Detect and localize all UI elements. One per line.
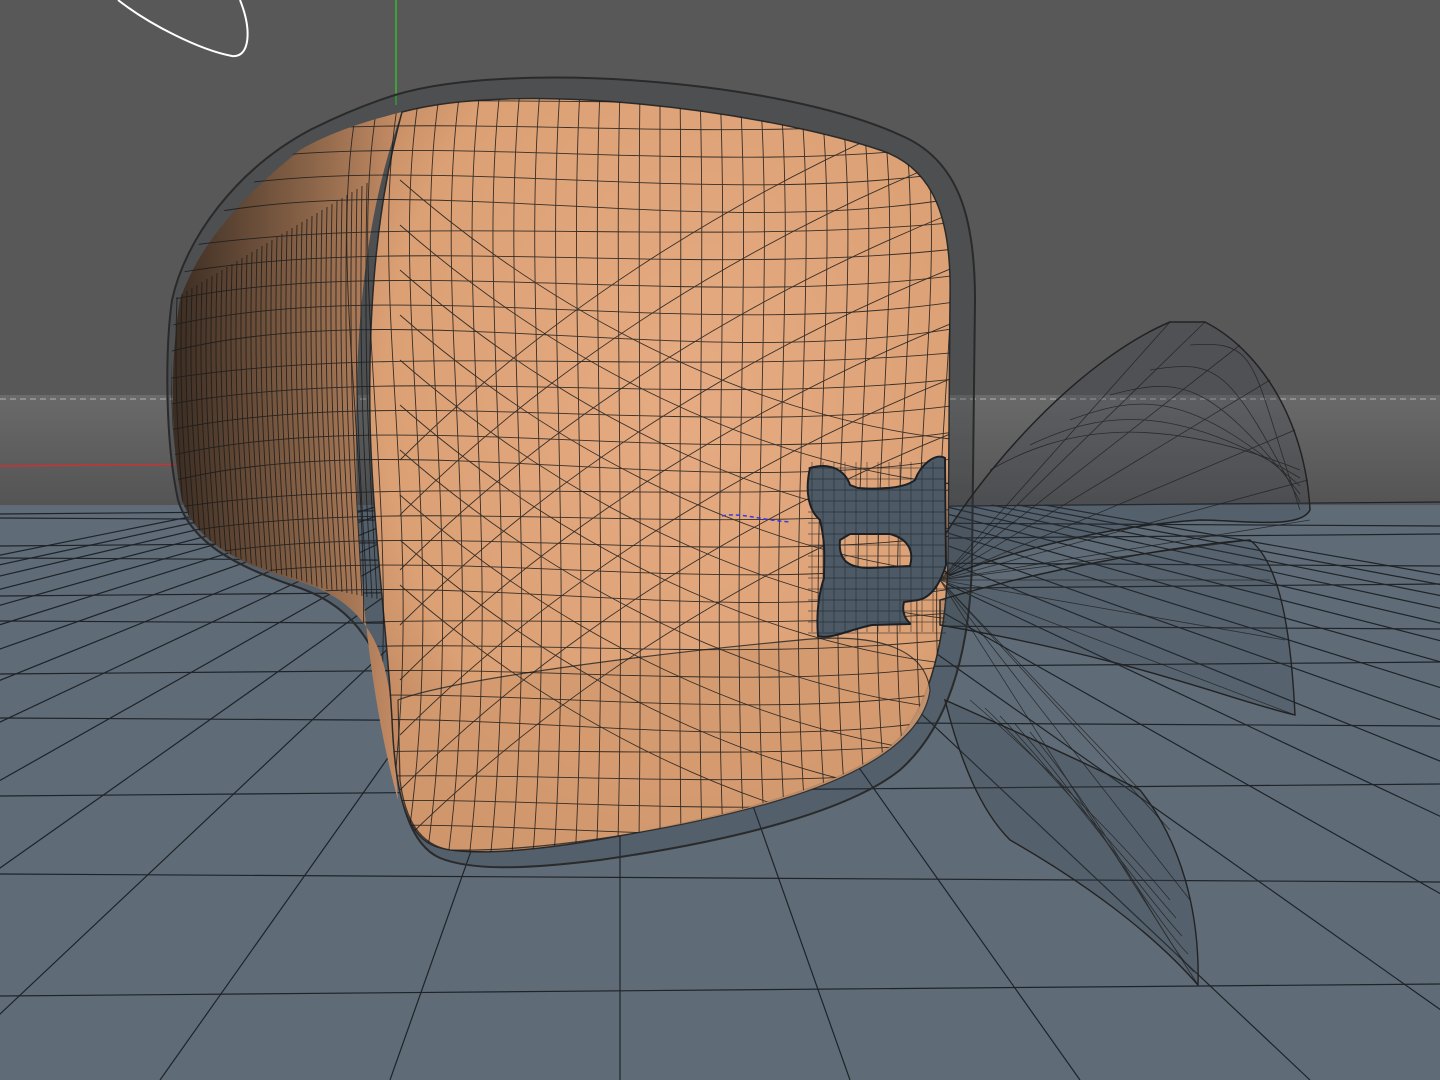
3d-viewport[interactable] (0, 0, 1440, 1080)
